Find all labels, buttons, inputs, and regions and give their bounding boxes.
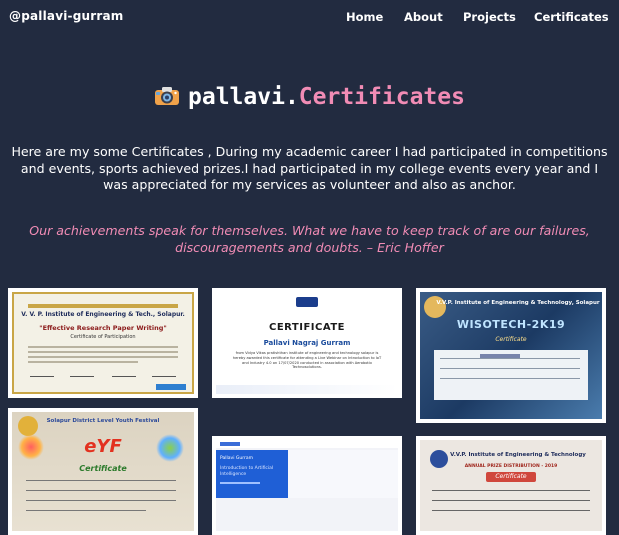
certificate-card-annual-prize[interactable]: V.V.P. Institute of Engineering & Techno… [416, 436, 606, 535]
certificate-body: from Vidya Vikas pratishthan institute o… [232, 351, 382, 370]
certificate-course: Introduction to Artificial Intelligence [220, 466, 274, 477]
title-prefix: pallavi. [188, 84, 299, 110]
certificate-heading: CERTIFICATE [269, 322, 345, 333]
brand-handle[interactable]: @pallavi-gurram [9, 9, 124, 23]
nav-link-projects[interactable]: Projects [463, 10, 516, 24]
nav-link-certificates[interactable]: Certificates [534, 10, 609, 24]
certificate-image: CERTIFICATE Pallavi Nagraj Gurram from V… [216, 292, 398, 394]
certificate-heading: eYF [84, 436, 122, 457]
nav-link-about[interactable]: About [404, 10, 443, 24]
page-title: pallavi.Certificates [0, 84, 619, 110]
certificate-event: Solapur District Level Youth Festival [46, 418, 160, 424]
certificate-card-iot-webinar[interactable]: CERTIFICATE Pallavi Nagraj Gurram from V… [212, 288, 402, 398]
certificate-institute: V.V.P. Institute of Engineering & Techno… [436, 300, 600, 306]
certificate-image: Pallavi Gurram Introduction to Artificia… [216, 440, 398, 531]
certificate-heading: ANNUAL PRIZE DISTRIBUTION - 2019 [464, 464, 558, 469]
certificate-subheading: Certificate [495, 473, 527, 480]
certificate-heading: "Effective Research Paper Writing" [39, 324, 167, 332]
certificate-card-youth-festival[interactable]: Solapur District Level Youth Festival eY… [8, 408, 198, 535]
certificate-recipient: Pallavi Gurram [220, 456, 253, 461]
intro-paragraph: Here are my some Certificates , During m… [11, 144, 608, 192]
title-accent: Certificates [298, 84, 465, 110]
quote-paragraph: Our achievements speak for themselves. W… [29, 223, 590, 255]
certificate-image: V. V. P. Institute of Engineering & Tech… [12, 292, 194, 394]
certificate-image: Solapur District Level Youth Festival eY… [12, 412, 194, 531]
certificate-institute: V.V.P. Institute of Engineering & Techno… [450, 452, 586, 458]
certificate-institute: V. V. P. Institute of Engineering & Tech… [21, 311, 185, 318]
certificate-image: V.V.P. Institute of Engineering & Techno… [420, 440, 602, 531]
camera-icon [155, 87, 180, 105]
certificate-image: V.V.P. Institute of Engineering & Techno… [420, 292, 602, 419]
certificate-subheading: Certificate [79, 464, 127, 473]
nav-link-home[interactable]: Home [346, 10, 383, 24]
certificate-card-research-paper[interactable]: V. V. P. Institute of Engineering & Tech… [8, 288, 198, 398]
top-navbar: @pallavi-gurram Home About Projects Cert… [0, 0, 619, 36]
certificate-card-ai-course[interactable]: Pallavi Gurram Introduction to Artificia… [212, 436, 402, 535]
certificate-recipient: Pallavi Nagraj Gurram [263, 339, 351, 347]
certificate-subheading: Certificate [495, 336, 527, 343]
certificate-subheading: Certificate of Participation [70, 334, 136, 340]
certificate-card-wisotech[interactable]: V.V.P. Institute of Engineering & Techno… [416, 288, 606, 423]
certificate-heading: WISOTECH-2K19 [456, 318, 566, 331]
